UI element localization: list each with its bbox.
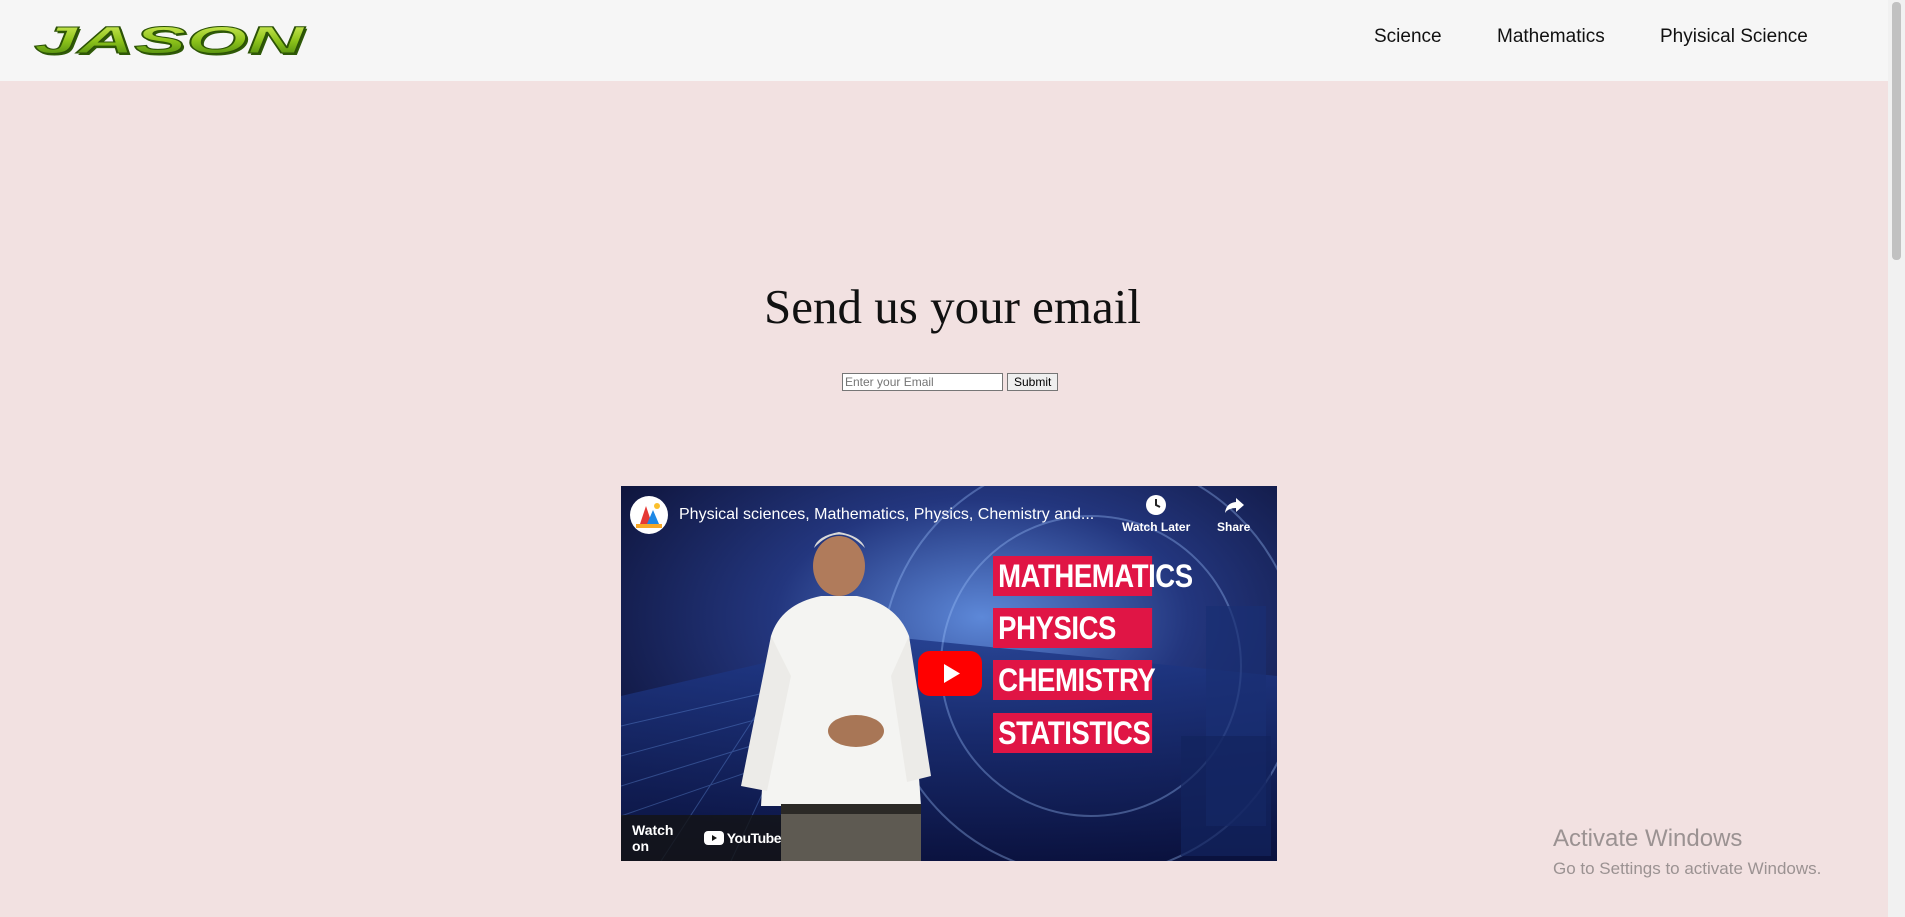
youtube-logo-icon: YouTube xyxy=(703,830,782,846)
top-navbar: JASON JASON Science Mathematics Phyisica… xyxy=(0,0,1905,81)
video-title[interactable]: Physical sciences, Mathematics, Physics,… xyxy=(679,506,1094,524)
tag-mathematics: MATHEMATICS xyxy=(993,556,1193,596)
tag-physics: PHYSICS xyxy=(993,608,1153,648)
page-heading: Send us your email xyxy=(764,279,1141,334)
video-embed[interactable]: Physical sciences, Mathematics, Physics,… xyxy=(621,486,1277,861)
page-scrollbar[interactable] xyxy=(1888,0,1905,917)
activate-windows-title: Activate Windows xyxy=(1553,825,1743,852)
activate-windows-watermark: Activate Windows Go to Settings to activ… xyxy=(1553,825,1821,879)
submit-button[interactable]: Submit xyxy=(1007,373,1059,391)
share-label: Share xyxy=(1217,520,1251,534)
tag-chemistry: CHEMISTRY xyxy=(993,660,1156,700)
watch-on-youtube-button[interactable]: Watch on YouTube xyxy=(621,815,782,861)
svg-text:JASON: JASON xyxy=(34,22,307,58)
brand-logo[interactable]: JASON JASON xyxy=(28,22,310,58)
tag-statistics: STATISTICS xyxy=(993,713,1153,753)
watch-later-label: Watch Later xyxy=(1122,520,1191,534)
play-button[interactable] xyxy=(918,651,982,696)
share-button[interactable]: Share xyxy=(1217,494,1250,534)
nav-link-science[interactable]: Science xyxy=(1374,26,1442,48)
youtube-wordmark: YouTube xyxy=(726,830,782,846)
watch-later-button[interactable]: Watch Later xyxy=(1122,494,1190,534)
share-icon xyxy=(1224,498,1244,513)
activate-windows-subtitle: Go to Settings to activate Windows. xyxy=(1553,859,1822,878)
clock-icon xyxy=(1146,495,1167,515)
nav-link-physical-science[interactable]: Phyisical Science xyxy=(1660,26,1808,48)
scrollbar-thumb[interactable] xyxy=(1892,2,1901,260)
email-form: Submit xyxy=(842,373,1059,391)
channel-avatar[interactable] xyxy=(630,496,668,534)
watch-on-label: Watch on xyxy=(632,822,674,854)
email-input[interactable] xyxy=(842,373,1003,391)
nav-link-mathematics[interactable]: Mathematics xyxy=(1497,26,1605,48)
